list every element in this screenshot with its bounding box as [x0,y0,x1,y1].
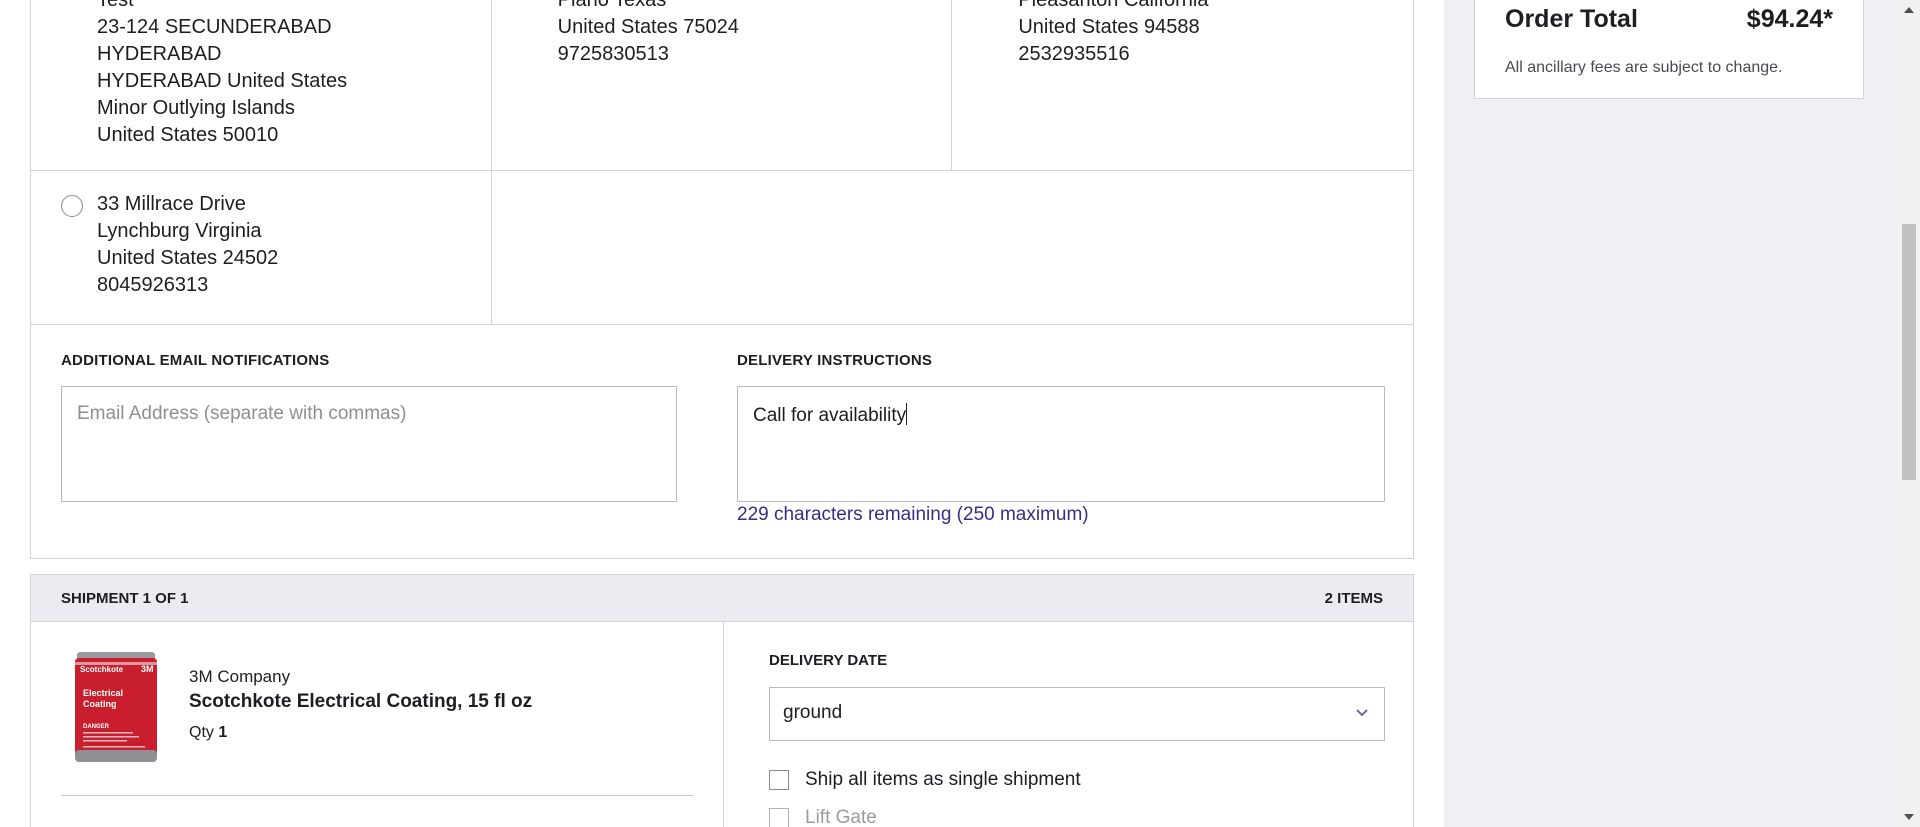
delivery-method-value: ground [783,702,843,723]
checkbox-box[interactable] [769,808,789,827]
address-line: United States 24502 [97,247,279,269]
chevron-down-icon [1356,709,1368,717]
order-total-card: Order Total $94.24* All ancillary fees a… [1474,0,1864,99]
delivery-instructions-label: DELIVERY INSTRUCTIONS [737,352,933,369]
checkout-main: Test 23-124 SECUNDERABAD HYDERABAD HYDER… [30,0,1414,827]
single-shipment-label: Ship all items as single shipment [805,769,1081,790]
product-quantity: Qty 1 [189,724,227,742]
product-name[interactable]: Scotchkote Electrical Coating, 15 fl oz [189,691,532,713]
scroll-up-arrow-icon[interactable] [1904,7,1914,13]
delivery-instructions-value: Call for availability [753,405,907,426]
address-row-2: 33 Millrace Drive Lynchburg Virginia Uni… [30,171,1414,325]
address-line: Plano Texas [557,0,667,11]
delivery-instructions-input[interactable]: Call for availability [737,386,1385,502]
address-line: United States 75024 [557,16,739,38]
scroll-down-arrow-icon[interactable] [1904,814,1914,820]
ancillary-fees-note: All ancillary fees are subject to change… [1505,59,1783,76]
address-line: 33 Millrace Drive [97,193,246,215]
image-brand-text: Scotchkote [80,665,124,674]
address-line: 9725830513 [557,43,669,65]
shipment-header: SHIPMENT 1 OF 1 2 ITEMS [30,574,1414,622]
text-caret [906,403,908,425]
address-lines: Test 23-124 SECUNDERABAD HYDERABAD HYDER… [97,0,347,149]
address-option[interactable]: Test 23-124 SECUNDERABAD HYDERABAD HYDER… [31,0,492,170]
address-option[interactable]: Pleasanton California United States 9458… [952,0,1413,170]
order-notes-section: ADDITIONAL EMAIL NOTIFICATIONS Email Add… [30,324,1414,559]
shipment-body: Scotchkote 3M Electrical Coating DANGER … [30,622,1414,827]
scrollbar-thumb[interactable] [1902,224,1916,480]
image-danger-text: DANGER [83,724,110,730]
shipment-items-count: 2 ITEMS [1324,590,1383,607]
delivery-method-select[interactable]: ground [769,687,1385,741]
address-row-1: Test 23-124 SECUNDERABAD HYDERABAD HYDER… [30,0,1414,171]
delivery-date-label: DELIVERY DATE [769,652,888,669]
address-line: HYDERABAD United States [97,70,348,92]
image-logo-text: 3M [141,664,154,674]
character-counter: 229 characters remaining (250 maximum) [737,504,1089,525]
order-summary-panel: Order Total $94.24* All ancillary fees a… [1444,0,1898,827]
address-line: Lynchburg Virginia [97,220,262,242]
email-notifications-label: ADDITIONAL EMAIL NOTIFICATIONS [61,352,330,369]
item-separator [61,795,693,796]
address-line: United States 94588 [1018,16,1200,38]
order-total-label: Order Total [1505,5,1638,33]
address-option[interactable]: 33 Millrace Drive Lynchburg Virginia Uni… [31,171,492,324]
qty-label: Qty [189,724,214,741]
lift-gate-label: Lift Gate [805,807,877,827]
image-line1-text: Electrical [83,688,123,698]
address-line: HYDERABAD [97,43,222,65]
address-line: Test [97,0,134,11]
address-lines: Plano Texas United States 75024 97258305… [558,0,739,68]
product-brand: 3M Company [189,667,291,686]
address-line: Minor Outlying Islands [97,97,295,119]
address-empty-cell [492,171,1413,324]
column-divider [723,622,724,827]
product-image[interactable]: Scotchkote 3M Electrical Coating DANGER [75,650,157,764]
address-line: 8045926313 [97,274,209,296]
checkbox-box[interactable] [769,770,789,790]
address-line: 23-124 SECUNDERABAD [97,16,332,38]
shipment-title: SHIPMENT 1 OF 1 [61,590,189,607]
address-line: United States 50010 [97,124,279,146]
qty-value: 1 [218,724,228,741]
page-scrollbar[interactable] [1898,0,1920,827]
address-radio[interactable] [61,195,83,217]
order-total-value: $94.24* [1746,5,1833,33]
address-lines: Pleasanton California United States 9458… [1018,0,1208,68]
address-line: 2532935516 [1018,43,1130,65]
address-line: Pleasanton California [1018,0,1209,11]
email-notifications-input[interactable]: Email Address (separate with commas) [61,386,677,502]
image-line2-text: Coating [83,699,117,709]
email-placeholder: Email Address (separate with commas) [77,403,407,424]
address-option[interactable]: Plano Texas United States 75024 97258305… [492,0,953,170]
address-lines: 33 Millrace Drive Lynchburg Virginia Uni… [97,191,278,299]
